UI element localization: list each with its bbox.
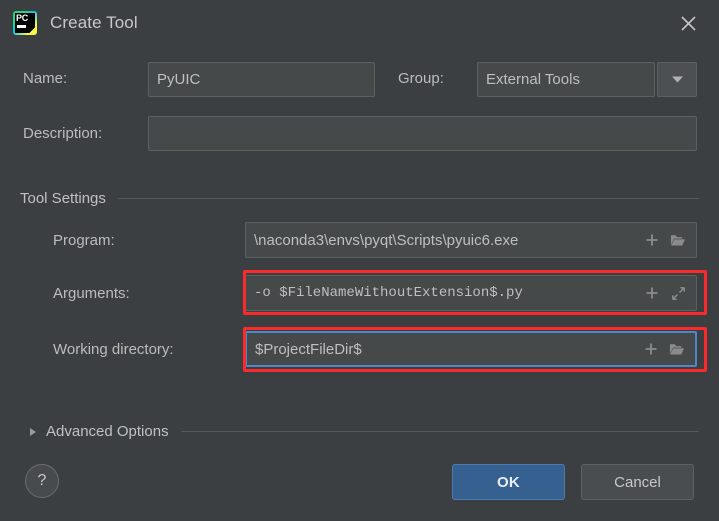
name-input-value: PyUIC (157, 71, 201, 88)
plus-icon[interactable] (643, 341, 659, 357)
program-field-icons (644, 232, 696, 248)
tool-settings-section-header: Tool Settings (20, 190, 699, 207)
tool-settings-title: Tool Settings (20, 190, 106, 207)
plus-icon[interactable] (644, 232, 660, 248)
dialog-titlebar: PC Create Tool (0, 0, 719, 46)
pycharm-logo-icon: PC (13, 11, 37, 35)
dialog-title: Create Tool (50, 13, 138, 32)
arguments-input-value: -o $FileNameWithoutExtension$.py (254, 285, 523, 301)
cancel-button[interactable]: Cancel (581, 464, 694, 500)
arguments-input[interactable]: -o $FileNameWithoutExtension$.py (245, 275, 697, 311)
program-label: Program: (53, 232, 115, 249)
working-directory-input-value: $ProjectFileDir$ (255, 340, 362, 358)
group-combobox-arrow[interactable] (657, 62, 697, 97)
expand-icon[interactable] (670, 285, 686, 301)
name-input[interactable]: PyUIC (148, 62, 375, 97)
description-input[interactable] (148, 116, 697, 151)
group-combobox-value: External Tools (486, 71, 580, 88)
arguments-label: Arguments: (53, 285, 130, 302)
folder-icon[interactable] (669, 341, 685, 357)
advanced-options-section[interactable]: Advanced Options (30, 423, 699, 440)
triangle-right-icon[interactable] (30, 427, 36, 436)
advanced-options-title: Advanced Options (46, 423, 169, 440)
working-directory-input[interactable]: $ProjectFileDir$ (245, 331, 697, 367)
name-label: Name: (23, 70, 68, 87)
plus-icon[interactable] (644, 285, 660, 301)
arguments-field-icons (644, 285, 696, 301)
group-combobox[interactable]: External Tools (477, 62, 655, 97)
chevron-down-icon (671, 76, 683, 83)
close-icon[interactable] (673, 8, 703, 38)
program-input[interactable]: \naconda3\envs\pyqt\Scripts\pyuic6.exe (245, 222, 697, 258)
program-input-value: \naconda3\envs\pyqt\Scripts\pyuic6.exe (254, 231, 519, 249)
description-label: Description: (23, 125, 103, 142)
working-directory-label: Working directory: (53, 341, 174, 358)
working-directory-field-icons (643, 341, 695, 357)
help-button[interactable]: ? (25, 464, 59, 498)
ok-button[interactable]: OK (452, 464, 565, 500)
section-divider (180, 431, 699, 432)
group-label: Group: (398, 70, 444, 87)
folder-icon[interactable] (670, 232, 686, 248)
create-tool-dialog: PC Create Tool Name: PyUIC Group: Extern… (0, 0, 719, 521)
section-divider (117, 198, 699, 199)
